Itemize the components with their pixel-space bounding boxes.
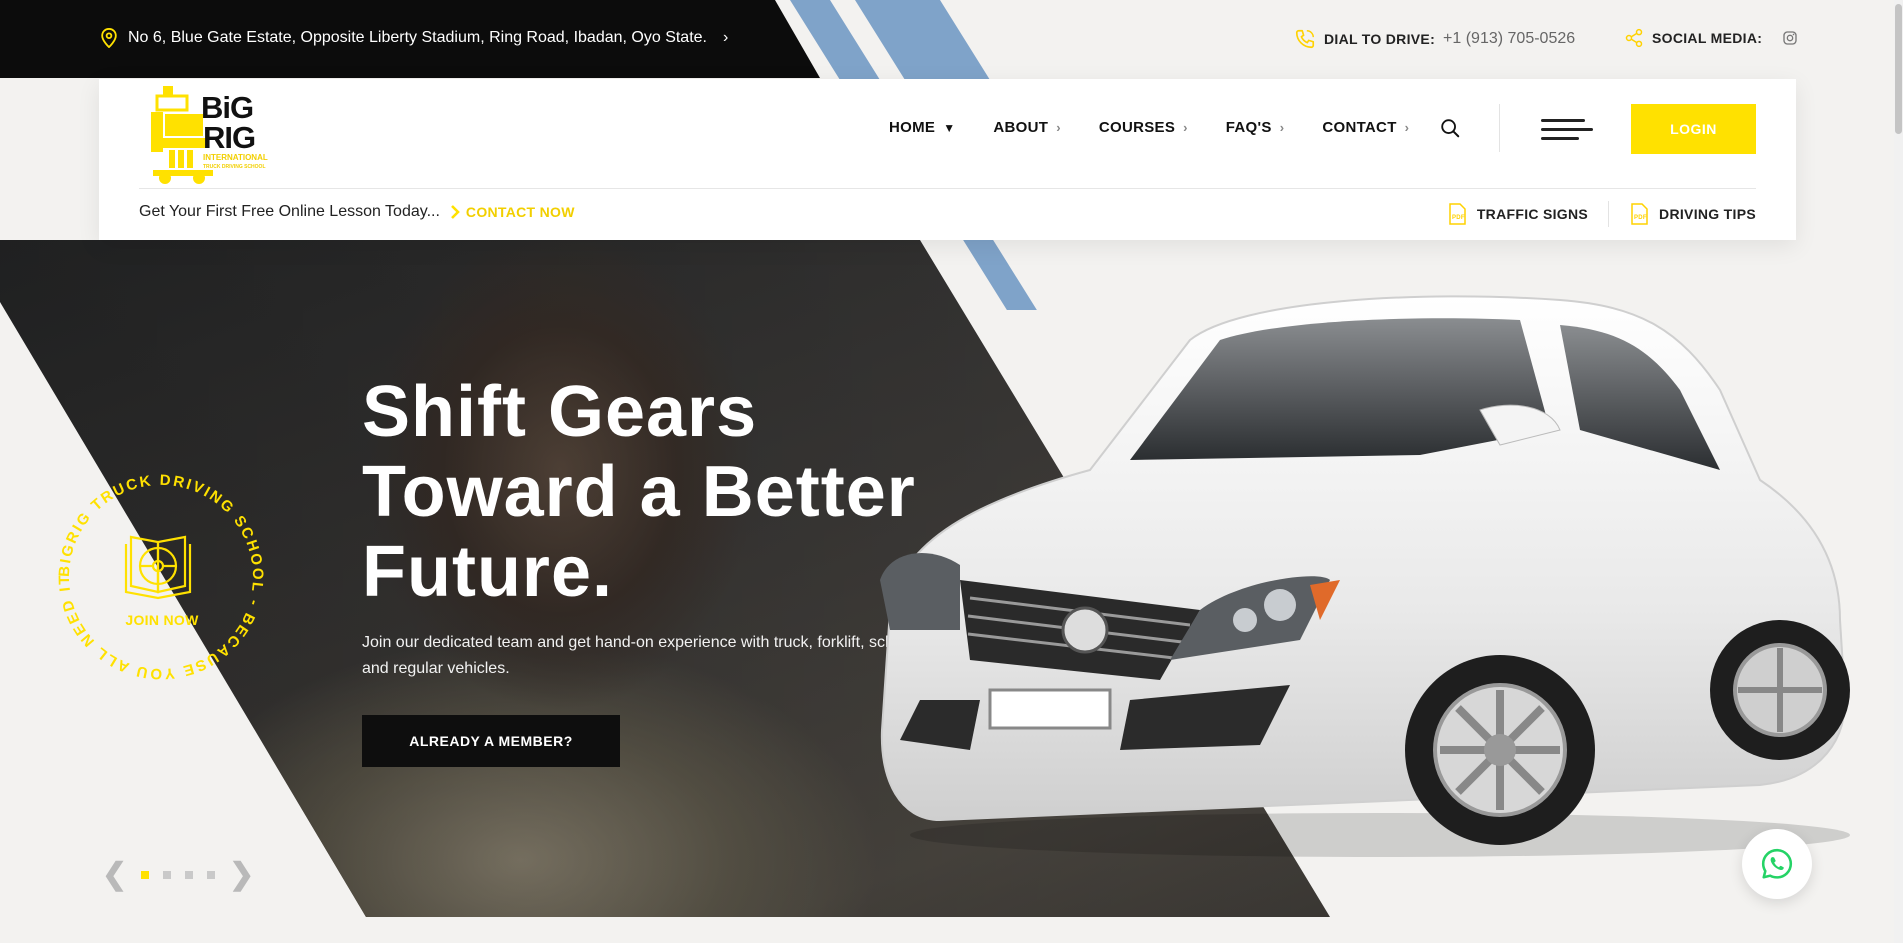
join-now-label[interactable]: JOIN NOW	[102, 612, 222, 628]
svg-text:BIGRIG TRUCK DRIVING SCHOOL -: BIGRIG TRUCK DRIVING SCHOOL - BECAUSE YO…	[46, 462, 266, 682]
slider-dot[interactable]	[185, 871, 194, 879]
pdf-icon: PDF	[1449, 203, 1466, 225]
join-now-badge[interactable]: BIGRIG TRUCK DRIVING SCHOOL - BECAUSE YO…	[46, 462, 276, 692]
hero-title-line: Shift Gears	[362, 372, 758, 452]
slider-dot[interactable]	[207, 871, 216, 879]
bigrig-logo[interactable]: BiG RIG INTERNATIONAL TRUCK DRIVING SCHO…	[149, 82, 269, 186]
scrollbar[interactable]	[1894, 0, 1903, 943]
hero-slider-controls: ❮ ❯	[102, 860, 254, 890]
divider	[1499, 104, 1500, 152]
address-text: No 6, Blue Gate Estate, Opposite Liberty…	[128, 29, 707, 46]
share-icon	[1625, 28, 1643, 48]
nav-item-contact[interactable]: CONTACT ›	[1322, 119, 1409, 136]
hamburger-menu-icon[interactable]	[1541, 119, 1593, 140]
nav-item-label: FAQ'S	[1225, 119, 1272, 136]
social-label: SOCIAL MEDIA:	[1652, 30, 1763, 46]
instagram-icon[interactable]	[1782, 30, 1798, 46]
slider-dot[interactable]	[141, 871, 150, 879]
scrollbar-thumb[interactable]	[1895, 4, 1902, 134]
chevron-right-icon: ›	[1183, 120, 1188, 135]
book-steering-wheel-icon	[124, 535, 192, 600]
nav-item-courses[interactable]: COURSES ›	[1099, 119, 1188, 136]
svg-text:PDF: PDF	[1452, 215, 1465, 221]
resource-links: PDF TRAFFIC SIGNS PDF DRIVING TIPS	[1447, 201, 1756, 227]
location-pin-icon	[101, 28, 117, 48]
site-header: BiG RIG INTERNATIONAL TRUCK DRIVING SCHO…	[99, 79, 1796, 240]
chevron-right-icon: ›	[1404, 120, 1410, 135]
chevron-right-icon	[450, 205, 460, 219]
white-car-image	[880, 295, 1850, 857]
decor-stripe	[855, 0, 990, 80]
badge-ring-text: BIGRIG TRUCK DRIVING SCHOOL - BECAUSE YO…	[46, 462, 264, 682]
arrow-left-icon[interactable]: ❮	[102, 860, 127, 890]
social-media: SOCIAL MEDIA:	[1624, 28, 1798, 48]
arrow-right-icon[interactable]: ❯	[229, 860, 254, 890]
dial-label: DIAL TO DRIVE:	[1324, 31, 1436, 47]
hero-title-line: Future.	[362, 532, 613, 612]
driving-tips-link[interactable]: PDF DRIVING TIPS	[1629, 203, 1756, 225]
chevron-right-icon: ›	[1279, 120, 1285, 135]
main-nav: HOME ▼ ABOUT › COURSES › FAQ'S › CONTACT…	[889, 119, 1409, 136]
whatsapp-button[interactable]	[1742, 829, 1812, 899]
slider-dot[interactable]	[163, 871, 172, 879]
nav-item-home[interactable]: HOME ▼	[889, 119, 955, 136]
logo-text-international: INTERNATIONAL	[203, 153, 268, 162]
chevron-right-icon: ›	[723, 29, 729, 46]
nav-item-faqs[interactable]: FAQ'S ›	[1226, 119, 1285, 136]
logo-text-rig: RIG	[203, 120, 255, 155]
chevron-down-icon: ▼	[943, 120, 956, 135]
address-link[interactable]: No 6, Blue Gate Estate, Opposite Liberty…	[100, 28, 728, 48]
divider	[1608, 201, 1610, 227]
nav-item-label: HOME	[889, 119, 936, 136]
contact-now-link[interactable]: CONTACT NOW	[450, 204, 575, 220]
nav-item-about[interactable]: ABOUT ›	[993, 119, 1060, 136]
phone-icon	[1295, 29, 1315, 49]
nav-item-label: COURSES	[1098, 119, 1176, 136]
pdf-icon: PDF	[1631, 203, 1648, 225]
logo-text-school: TRUCK DRIVING SCHOOL	[203, 164, 266, 170]
nav-item-label: CONTACT	[1322, 119, 1397, 136]
traffic-signs-label: TRAFFIC SIGNS	[1476, 206, 1589, 222]
chevron-right-icon: ›	[1056, 120, 1061, 135]
traffic-signs-link[interactable]: PDF TRAFFIC SIGNS	[1447, 203, 1588, 225]
svg-text:PDF: PDF	[1634, 215, 1647, 221]
promo-text: Get Your First Free Online Lesson Today.…	[139, 203, 440, 220]
hero-title: Shift Gears Toward a Better Future.	[362, 372, 916, 612]
nav-item-label: ABOUT	[993, 119, 1049, 136]
whatsapp-icon	[1761, 848, 1793, 879]
contact-now-label: CONTACT NOW	[465, 204, 575, 220]
already-member-button[interactable]: ALREADY A MEMBER?	[362, 715, 620, 767]
hero-title-line: Toward a Better	[362, 452, 916, 532]
dial-to-drive[interactable]: DIAL TO DRIVE: +1 (913) 705-0526	[1294, 28, 1575, 50]
login-button[interactable]: LOGIN	[1631, 104, 1756, 154]
search-icon[interactable]	[1439, 117, 1461, 139]
promo-bar: Get Your First Free Online Lesson Today.…	[139, 203, 575, 221]
divider	[139, 188, 1756, 189]
dial-number[interactable]: +1 (913) 705-0526	[1443, 30, 1575, 48]
driving-tips-label: DRIVING TIPS	[1659, 206, 1756, 222]
